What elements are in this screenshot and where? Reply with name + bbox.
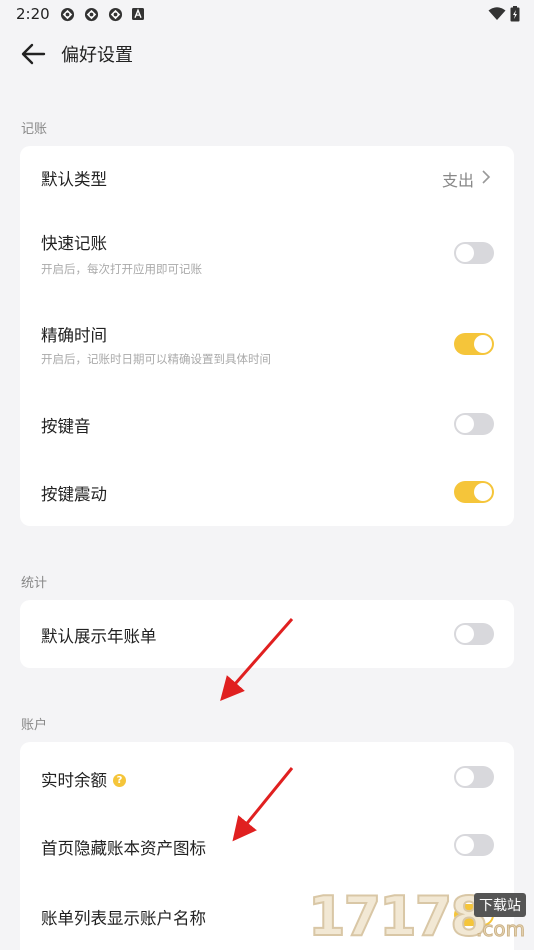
precise-time-toggle[interactable] bbox=[454, 333, 494, 355]
setting-realtime-balance[interactable]: 实时余额? bbox=[20, 742, 514, 810]
status-right-icons bbox=[488, 6, 520, 22]
section-label-bookkeeping: 记账 bbox=[21, 122, 48, 137]
page-title: 偏好设置 bbox=[61, 45, 133, 66]
setting-precise-time[interactable]: 精确时间 开启后，记账时日期可以精确设置到具体时间 bbox=[20, 298, 514, 388]
key-sound-toggle[interactable] bbox=[454, 413, 494, 435]
watermark-logo: 17178 下载站 .com bbox=[307, 885, 534, 950]
arrow-left-icon[interactable] bbox=[18, 39, 48, 69]
setting-label: 按键音 bbox=[41, 417, 91, 436]
status-time: 2:20 bbox=[16, 5, 50, 23]
bookkeeping-card: 默认类型 支出 快速记账 开启后，每次打开应用即可记账 精确时间 开启后，记账时… bbox=[20, 146, 514, 526]
setting-label: 首页隐藏账本资产图标 bbox=[41, 839, 206, 858]
setting-key-vibration[interactable]: 按键震动 bbox=[20, 456, 514, 526]
setting-default-yearly-bill[interactable]: 默认展示年账单 bbox=[20, 600, 514, 668]
key-vibration-toggle[interactable] bbox=[454, 481, 494, 503]
section-label-statistics: 统计 bbox=[21, 576, 48, 591]
statistics-card: 默认展示年账单 bbox=[20, 600, 514, 668]
realtime-balance-toggle[interactable] bbox=[454, 766, 494, 788]
setting-label: 精确时间 bbox=[41, 326, 107, 345]
setting-label: 按键震动 bbox=[41, 485, 107, 504]
chevron-right-icon bbox=[482, 170, 491, 184]
watermark-tag: 下载站 bbox=[474, 893, 526, 917]
setting-key-sound[interactable]: 按键音 bbox=[20, 388, 514, 456]
wifi-icon bbox=[488, 7, 506, 20]
setting-quick-bookkeeping[interactable]: 快速记账 开启后，每次打开应用即可记账 bbox=[20, 208, 514, 298]
quick-bookkeeping-toggle[interactable] bbox=[454, 242, 494, 264]
watermark-digits: 17178 bbox=[307, 885, 489, 948]
watermark-domain: .com bbox=[475, 917, 526, 942]
setting-hide-asset-icon[interactable]: 首页隐藏账本资产图标 bbox=[20, 810, 514, 880]
setting-subtitle: 开启后，每次打开应用即可记账 bbox=[41, 262, 202, 276]
app-bar: 偏好设置 bbox=[0, 28, 534, 80]
app-notification-icon bbox=[84, 7, 98, 21]
setting-value: 支出 bbox=[441, 171, 474, 190]
app-notification-icon bbox=[60, 7, 74, 21]
setting-subtitle: 开启后，记账时日期可以精确设置到具体时间 bbox=[41, 352, 271, 366]
setting-label: 账单列表显示账户名称 bbox=[41, 909, 206, 928]
a-letter-icon bbox=[131, 8, 144, 20]
setting-default-type[interactable]: 默认类型 支出 bbox=[20, 146, 514, 208]
question-icon[interactable]: ? bbox=[113, 774, 126, 787]
section-label-account: 账户 bbox=[21, 718, 48, 733]
status-bar: 2:20 bbox=[0, 0, 534, 28]
setting-label: 默认展示年账单 bbox=[41, 627, 157, 646]
setting-label: 快速记账 bbox=[41, 234, 107, 253]
app-notification-icon bbox=[108, 7, 122, 21]
battery-charging-icon bbox=[510, 6, 520, 22]
setting-label: 实时余额? bbox=[41, 767, 126, 791]
hide-asset-icon-toggle[interactable] bbox=[454, 834, 494, 856]
setting-label: 默认类型 bbox=[41, 170, 107, 189]
default-yearly-bill-toggle[interactable] bbox=[454, 623, 494, 645]
